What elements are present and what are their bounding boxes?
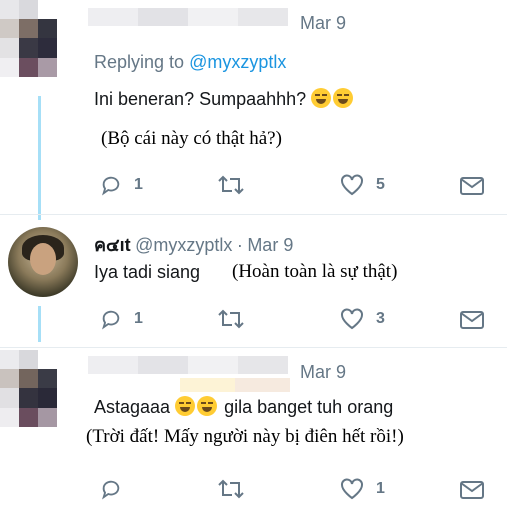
replying-to: Replying to @myxzyptlx [94,52,286,73]
envelope-icon [460,481,484,499]
envelope-icon [460,177,484,195]
pixelated-name [180,378,290,392]
pixelated-name [88,8,288,26]
avatar[interactable] [8,227,78,297]
heart-icon [341,174,363,196]
translation-caption: (Bộ cái này có thật hả?) [101,128,282,149]
tweet-text: Ini beneran? Sumpaahhh? [94,88,355,110]
joy-emoji [175,396,196,416]
replying-to-handle[interactable]: @myxzyptlx [189,52,286,72]
reply-button[interactable]: 1 [100,308,143,330]
retweet-icon [218,309,244,329]
reply-button[interactable]: 1 [100,174,143,196]
reply-button[interactable] [100,478,122,500]
translation-caption: (Hoàn toàn là sự thật) [232,261,398,282]
rofl-emoji [333,88,354,108]
display-name[interactable]: ค๔ıt [94,235,131,255]
direct-message-button[interactable] [460,176,484,196]
tweet-date[interactable]: Mar 9 [247,235,293,255]
like-count: 5 [376,176,385,193]
pixelated-avatar [0,350,76,446]
tweet-text-body: Ini beneran? Sumpaahhh? [94,89,307,109]
retweet-button[interactable] [218,478,244,500]
reply-icon [102,176,120,196]
divider [0,347,507,348]
tweet-date[interactable]: Mar 9 [300,13,346,34]
like-button[interactable]: 5 [340,174,385,196]
replying-to-label: Replying to [94,52,190,72]
tweet-text: Astagaaa gila banget tuh orang [94,396,393,418]
tweet-header: ค๔ıt @myxzyptlx · Mar 9 [94,230,293,259]
direct-message-button[interactable] [460,480,484,500]
reply-icon [102,480,120,500]
like-button[interactable]: 3 [340,308,385,330]
retweet-icon [218,175,244,195]
like-button[interactable]: 1 [340,478,385,500]
joy-emoji [197,396,218,416]
like-count: 1 [376,480,385,497]
separator-dot: · [236,235,243,255]
tweet[interactable]: Mar 9 Replying to @myxzyptlx Ini beneran… [0,0,507,205]
direct-message-button[interactable] [460,310,484,330]
translation-caption: (Trời đất! Mấy người này bị điên hết rồi… [86,426,404,447]
reply-count: 1 [134,310,143,327]
reply-icon [102,310,120,330]
heart-icon [341,478,363,500]
rofl-emoji [311,88,332,108]
reply-count: 1 [134,176,143,193]
retweet-icon [218,479,244,499]
username[interactable]: @myxzyptlx [135,235,232,255]
tweet-date[interactable]: Mar 9 [300,362,346,383]
heart-icon [341,308,363,330]
retweet-button[interactable] [218,308,244,330]
tweet-text-end: gila banget tuh orang [224,397,394,417]
envelope-icon [460,311,484,329]
like-count: 3 [376,310,385,327]
pixelated-name [88,356,288,374]
tweet-text: Iya tadi siang [94,262,201,282]
pixelated-avatar [0,0,76,96]
retweet-button[interactable] [218,174,244,196]
tweet-text-start: Astagaaa [94,397,171,417]
